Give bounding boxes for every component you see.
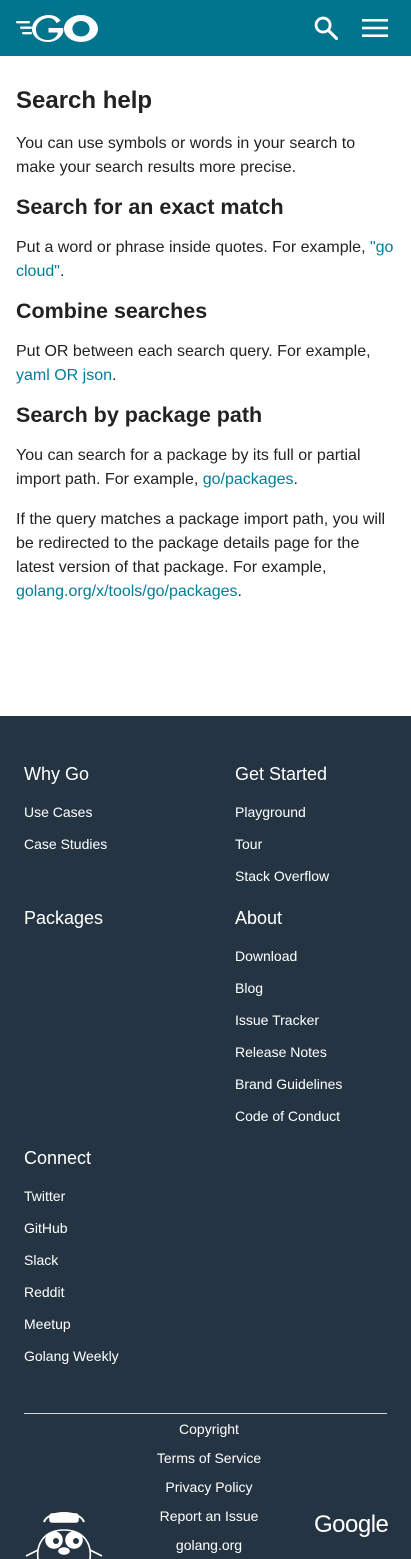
footer-link-github[interactable]: GitHub	[24, 1219, 68, 1237]
package-path-text: You can search for a package by its full…	[16, 444, 396, 492]
footer-link-terms-of-service[interactable]: Terms of Service	[0, 1449, 411, 1467]
footer-link-issue-tracker[interactable]: Issue Tracker	[235, 1011, 319, 1029]
footer-divider	[24, 1413, 387, 1414]
combine-text: Put OR between each search query. For ex…	[16, 340, 396, 388]
page-title: Search help	[16, 87, 153, 114]
footer-packages-title[interactable]: Packages	[24, 906, 103, 930]
exact-match-text: Put a word or phrase inside quotes. For …	[16, 236, 396, 284]
footer-get-started-title[interactable]: Get Started	[235, 762, 327, 786]
footer-link-stack-overflow[interactable]: Stack Overflow	[235, 867, 329, 885]
redirect-period: .	[237, 583, 242, 600]
footer-about-title[interactable]: About	[235, 906, 282, 930]
intro-text: You can use symbols or words in your sea…	[16, 135, 356, 176]
footer-link-copyright[interactable]: Copyright	[0, 1420, 411, 1438]
search-icon[interactable]	[312, 14, 340, 42]
redirect-text: If the query matches a package import pa…	[16, 508, 396, 604]
section-heading-combine: Combine searches	[16, 299, 208, 323]
combine-period: .	[112, 367, 117, 384]
google-logo[interactable]: Google	[314, 1511, 389, 1539]
footer-link-twitter[interactable]: Twitter	[24, 1187, 65, 1205]
redirect-example-link[interactable]: golang.org/x/tools/go/packages	[16, 583, 237, 600]
footer-link-blog[interactable]: Blog	[235, 979, 263, 997]
exact-match-period: .	[59, 263, 65, 280]
footer-link-privacy-policy[interactable]: Privacy Policy	[0, 1478, 411, 1496]
package-path-period: .	[293, 471, 298, 488]
footer-link-tour[interactable]: Tour	[235, 835, 262, 853]
package-path-example-link[interactable]: go/packages	[203, 471, 294, 488]
package-path-description: You can search for a package by its full…	[16, 447, 361, 488]
footer-connect-title[interactable]: Connect	[24, 1146, 91, 1170]
combine-example-link[interactable]: yaml OR json	[16, 367, 112, 384]
gopher-mascot-icon	[25, 1512, 103, 1559]
site-footer: Why Go Use Cases Case Studies Get Starte…	[0, 716, 411, 1559]
footer-link-golang-weekly[interactable]: Golang Weekly	[24, 1347, 119, 1365]
redirect-description: If the query matches a package import pa…	[16, 511, 386, 576]
footer-link-slack[interactable]: Slack	[24, 1251, 58, 1269]
section-heading-exact-match: Search for an exact match	[16, 195, 284, 219]
go-logo[interactable]	[16, 14, 98, 42]
footer-link-meetup[interactable]: Meetup	[24, 1315, 71, 1333]
combine-description: Put OR between each search query. For ex…	[16, 343, 371, 360]
footer-link-download[interactable]: Download	[235, 947, 297, 965]
section-heading-package-path: Search by package path	[16, 403, 263, 427]
menu-icon[interactable]	[360, 14, 390, 42]
footer-link-use-cases[interactable]: Use Cases	[24, 803, 92, 821]
footer-link-brand-guidelines[interactable]: Brand Guidelines	[235, 1075, 342, 1093]
footer-link-code-of-conduct[interactable]: Code of Conduct	[235, 1107, 340, 1125]
site-header	[0, 0, 411, 56]
exact-match-description: Put a word or phrase inside quotes. For …	[16, 239, 370, 256]
footer-link-case-studies[interactable]: Case Studies	[24, 835, 107, 853]
footer-why-go-title[interactable]: Why Go	[24, 762, 89, 786]
footer-link-playground[interactable]: Playground	[235, 803, 306, 821]
footer-link-reddit[interactable]: Reddit	[24, 1283, 64, 1301]
footer-link-release-notes[interactable]: Release Notes	[235, 1043, 327, 1061]
